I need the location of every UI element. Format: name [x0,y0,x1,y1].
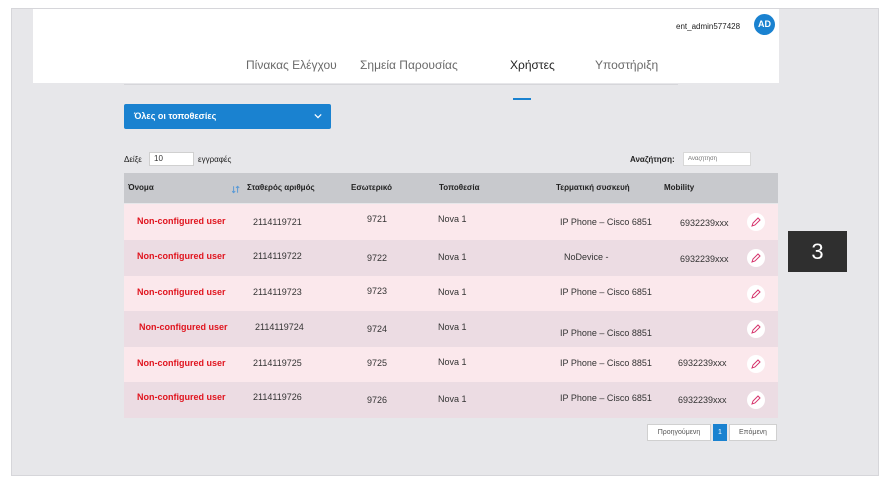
mobility-cell: 6932239xxx [678,358,727,368]
nav-points-of-presence[interactable]: Σημεία Παρουσίας [360,58,458,72]
pagination-prev-button[interactable]: Προηγούμενη [647,424,711,441]
device-cell: IP Phone – Cisco 8851 [560,328,652,338]
location-cell: Nova 1 [438,394,467,404]
nav-divider [124,84,678,85]
table-row: Non-configured user 2114119725 9725 Nova… [124,347,778,383]
user-name-cell[interactable]: Non-configured user [137,251,226,261]
pagination-page-1[interactable]: 1 [713,424,727,441]
location-select-value: Όλες οι τοποθεσίες [134,111,217,121]
edit-user-button[interactable] [747,285,765,303]
extension-cell: 9725 [367,358,388,368]
pencil-icon [751,217,761,227]
username: ent_admin577428 [676,22,741,31]
fixed-number-cell: 2114119721 [253,217,302,227]
nav-active-indicator [513,98,531,100]
col-fixed-number[interactable]: Σταθερός αριθμός [247,183,315,192]
nav-support[interactable]: Υποστήριξη [595,58,658,72]
extension-cell: 9722 [367,253,388,263]
table-row: Non-configured user 2114119723 9723 Nova… [124,276,778,312]
fixed-number-cell: 2114119723 [253,287,302,297]
user-name-cell[interactable]: Non-configured user [137,358,226,368]
mobility-cell: 6932239xxx [680,218,729,228]
show-entries-label: Δείξε [124,155,142,164]
pencil-icon [751,324,761,334]
user-name-cell[interactable]: Non-configured user [137,392,226,402]
extension-cell: 9726 [367,395,388,405]
step-number-badge: 3 [788,231,847,272]
edit-user-button[interactable] [747,213,765,231]
fixed-number-cell: 2114119722 [253,251,302,261]
edit-user-button[interactable] [747,391,765,409]
top-bar: ent_admin577428 AD Πίνακας Ελέγχου Σημεί… [33,9,779,83]
col-extension[interactable]: Εσωτερικό [351,183,392,192]
edit-user-button[interactable] [747,355,765,373]
user-name-cell[interactable]: Non-configured user [137,216,226,226]
main-nav: Πίνακας Ελέγχου Σημεία Παρουσίας Χρήστες… [33,58,779,78]
fixed-number-cell: 2114119726 [253,392,302,402]
location-cell: Nova 1 [438,252,467,262]
device-cell: IP Phone – Cisco 6851 [560,287,652,297]
pencil-icon [751,359,761,369]
table-row: Non-configured user 2114119724 9724 Nova… [124,311,778,347]
nav-users[interactable]: Χρήστες [510,58,555,72]
sort-arrows-icon[interactable] [232,185,240,194]
table-row: Non-configured user 2114119722 9722 Nova… [124,240,778,276]
fixed-number-cell: 2114119725 [253,358,302,368]
entries-per-page-input[interactable]: 10 [149,152,194,166]
nav-dashboard[interactable]: Πίνακας Ελέγχου [246,58,337,72]
location-cell: Nova 1 [438,357,467,367]
pencil-icon [751,253,761,263]
user-name-cell[interactable]: Non-configured user [139,322,228,332]
device-cell: IP Phone – Cisco 6851 [560,393,652,403]
search-input[interactable] [683,152,751,166]
fixed-number-cell: 2114119724 [255,322,304,332]
extension-cell: 9723 [367,286,388,296]
device-cell: NoDevice - [564,252,609,262]
avatar[interactable]: AD [754,14,775,35]
search-label: Αναζήτηση: [630,155,675,164]
pagination-next-button[interactable]: Επόμενη [729,424,777,441]
user-name-cell[interactable]: Non-configured user [137,287,226,297]
location-cell: Nova 1 [438,214,467,224]
mobility-cell: 6932239xxx [678,395,727,405]
entries-label: εγγραφές [198,155,232,164]
edit-user-button[interactable] [747,249,765,267]
col-mobility[interactable]: Mobility [664,183,694,192]
extension-cell: 9721 [367,214,388,224]
col-name[interactable]: Όνομα [128,183,154,192]
pencil-icon [751,289,761,299]
table-row: Non-configured user 2114119726 9726 Nova… [124,382,778,418]
device-cell: IP Phone – Cisco 6851 [560,217,652,227]
device-cell: IP Phone – Cisco 8851 [560,358,652,368]
col-device[interactable]: Τερματική συσκευή [556,183,630,192]
extension-cell: 9724 [367,324,388,334]
edit-user-button[interactable] [747,320,765,338]
table-header: Όνομα Σταθερός αριθμός Εσωτερικό Τοποθεσ… [124,173,778,203]
pencil-icon [751,395,761,405]
table-row: Non-configured user 2114119721 9721 Nova… [124,204,778,240]
location-cell: Nova 1 [438,287,467,297]
mobility-cell: 6932239xxx [680,254,729,264]
col-location[interactable]: Τοποθεσία [439,183,479,192]
chevron-down-icon [314,113,322,119]
location-select[interactable]: Όλες οι τοποθεσίες [124,104,331,129]
location-cell: Nova 1 [438,322,467,332]
